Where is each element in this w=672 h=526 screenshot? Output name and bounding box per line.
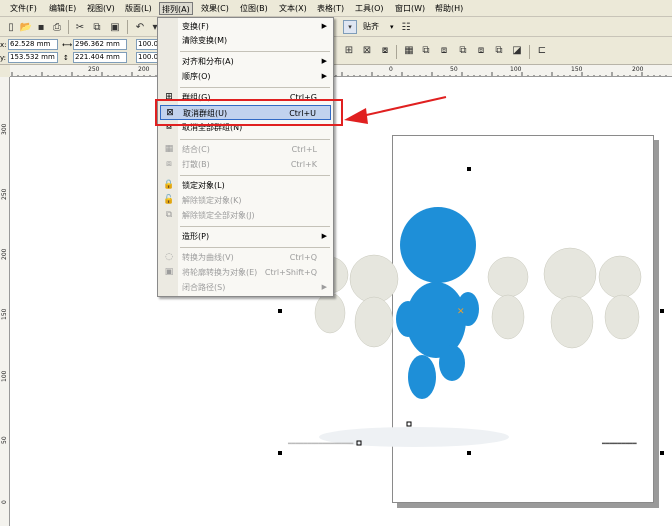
arrow-head bbox=[344, 108, 368, 124]
annotation-arrow bbox=[344, 96, 447, 124]
arrow-shaft bbox=[361, 96, 447, 117]
